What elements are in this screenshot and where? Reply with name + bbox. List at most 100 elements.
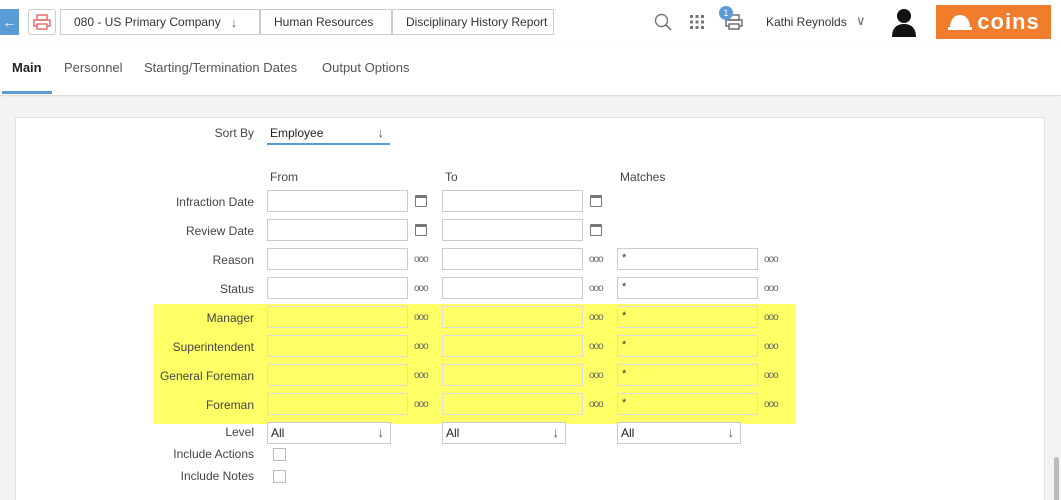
lookup-icon[interactable]: ooo — [764, 341, 779, 352]
lookup-icon[interactable]: ooo — [589, 399, 604, 410]
reason-matches-input[interactable]: * — [617, 248, 758, 270]
calendar-icon[interactable] — [590, 195, 602, 207]
foreman-to-input[interactable] — [442, 393, 583, 415]
tab-output-options[interactable]: Output Options — [322, 60, 409, 91]
lookup-icon[interactable]: ooo — [764, 283, 779, 294]
scrollbar[interactable] — [1051, 97, 1061, 500]
general-foreman-label: General Foreman — [159, 369, 254, 383]
lookup-icon[interactable]: ooo — [589, 254, 604, 265]
reason-label: Reason — [212, 253, 254, 267]
lookup-icon[interactable]: ooo — [589, 283, 604, 294]
superintendent-matches-input[interactable]: * — [617, 335, 758, 357]
review-date-from-input[interactable] — [267, 219, 408, 241]
avatar[interactable] — [890, 7, 918, 37]
manager-matches-input[interactable]: * — [617, 306, 758, 328]
breadcrumb-company-label: 080 - US Primary Company — [74, 15, 221, 29]
breadcrumb-module-label: Human Resources — [274, 15, 374, 29]
level-to-value: All — [446, 426, 460, 440]
logo-text: coins — [977, 9, 1040, 34]
lookup-icon[interactable]: ooo — [589, 370, 604, 381]
coins-logo: coins — [936, 5, 1051, 39]
breadcrumb-report-label: Disciplinary History Report — [406, 15, 548, 29]
infraction-date-from-input[interactable] — [267, 190, 408, 212]
apps-button[interactable] — [685, 10, 709, 34]
tab-personnel[interactable]: Personnel — [64, 60, 123, 91]
review-date-to-input[interactable] — [442, 219, 583, 241]
status-from-input[interactable] — [267, 277, 408, 299]
column-to-header: To — [445, 170, 458, 184]
printer-icon — [33, 14, 51, 30]
superintendent-from-input[interactable] — [267, 335, 408, 357]
tab-starting-termination-dates[interactable]: Starting/Termination Dates — [144, 60, 297, 91]
lookup-icon[interactable]: ooo — [414, 283, 429, 294]
manager-label: Manager — [206, 311, 254, 325]
search-button[interactable] — [651, 10, 675, 34]
breadcrumb-report[interactable]: Disciplinary History Report — [392, 9, 554, 35]
user-name[interactable]: Kathi Reynolds — [766, 15, 847, 29]
user-silhouette-icon — [892, 9, 916, 37]
lookup-icon[interactable]: ooo — [414, 370, 429, 381]
sort-by-select[interactable]: Employee ↓ — [267, 123, 390, 145]
tab-main[interactable]: Main — [2, 60, 52, 94]
arrow-down-icon: ↓ — [230, 14, 238, 30]
superintendent-label: Superintendent — [172, 340, 254, 354]
level-label: Level — [225, 425, 254, 439]
arrow-left-icon: ← — [2, 14, 17, 30]
sort-by-label: Sort By — [214, 126, 254, 140]
hardhat-icon — [948, 15, 973, 30]
scrollbar-thumb[interactable] — [1054, 457, 1059, 500]
breadcrumb-module[interactable]: Human Resources — [260, 9, 392, 35]
arrow-down-icon: ↓ — [377, 125, 385, 140]
lookup-icon[interactable]: ooo — [764, 312, 779, 323]
arrow-down-icon: ↓ — [377, 425, 385, 440]
calendar-icon[interactable] — [415, 195, 427, 207]
foreman-matches-input[interactable]: * — [617, 393, 758, 415]
include-actions-checkbox[interactable] — [273, 448, 286, 461]
superintendent-to-input[interactable] — [442, 335, 583, 357]
lookup-icon[interactable]: ooo — [764, 254, 779, 265]
include-notes-checkbox[interactable] — [273, 470, 286, 483]
breadcrumb-company[interactable]: 080 - US Primary Company ↓ — [60, 9, 260, 35]
reason-from-input[interactable] — [267, 248, 408, 270]
manager-to-input[interactable] — [442, 306, 583, 328]
status-to-input[interactable] — [442, 277, 583, 299]
general-foreman-to-input[interactable] — [442, 364, 583, 386]
arrow-down-icon: ↓ — [552, 425, 560, 440]
lookup-icon[interactable]: ooo — [764, 399, 779, 410]
level-from-select[interactable]: All ↓ — [267, 422, 391, 444]
lookup-icon[interactable]: ooo — [589, 341, 604, 352]
include-notes-label: Include Notes — [180, 469, 254, 483]
manager-from-input[interactable] — [267, 306, 408, 328]
level-from-value: All — [271, 426, 285, 440]
lookup-icon[interactable]: ooo — [414, 312, 429, 323]
level-matches-select[interactable]: All ↓ — [617, 422, 741, 444]
print-button[interactable] — [28, 9, 56, 35]
sort-by-value: Employee — [270, 126, 324, 140]
chevron-down-icon[interactable]: ∨ — [856, 13, 866, 29]
top-bar: ← 080 - US Primary Company ↓ Human Resou… — [0, 0, 1061, 44]
lookup-icon[interactable]: ooo — [414, 254, 429, 265]
status-label: Status — [219, 282, 254, 296]
lookup-icon[interactable]: ooo — [414, 341, 429, 352]
calendar-icon[interactable] — [415, 224, 427, 236]
lookup-icon[interactable]: ooo — [589, 312, 604, 323]
lookup-icon[interactable]: ooo — [764, 370, 779, 381]
status-matches-input[interactable]: * — [617, 277, 758, 299]
infraction-date-label: Infraction Date — [175, 195, 254, 209]
column-matches-header: Matches — [620, 170, 666, 184]
column-from-header: From — [270, 170, 298, 184]
grid-icon — [690, 15, 704, 29]
calendar-icon[interactable] — [590, 224, 602, 236]
back-button[interactable]: ← — [0, 9, 19, 35]
level-matches-value: All — [621, 426, 635, 440]
include-actions-label: Include Actions — [173, 447, 254, 461]
foreman-from-input[interactable] — [267, 393, 408, 415]
general-foreman-matches-input[interactable]: * — [617, 364, 758, 386]
arrow-down-icon: ↓ — [727, 425, 735, 440]
reason-to-input[interactable] — [442, 248, 583, 270]
infraction-date-to-input[interactable] — [442, 190, 583, 212]
level-to-select[interactable]: All ↓ — [442, 422, 566, 444]
general-foreman-from-input[interactable] — [267, 364, 408, 386]
foreman-label: Foreman — [205, 398, 254, 412]
lookup-icon[interactable]: ooo — [414, 399, 429, 410]
